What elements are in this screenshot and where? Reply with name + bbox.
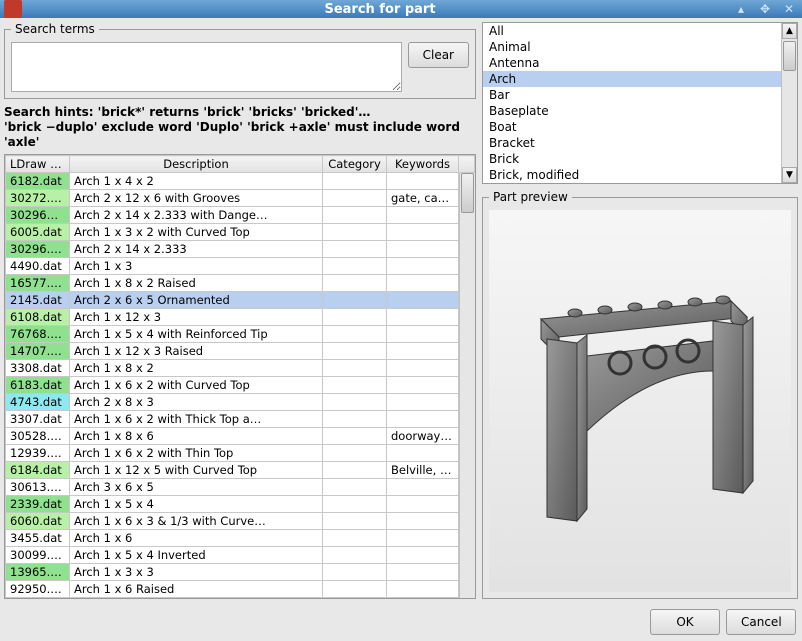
category-item[interactable]: Brick bbox=[483, 151, 797, 167]
part-preview[interactable] bbox=[489, 210, 791, 592]
category-item[interactable]: Boat bbox=[483, 119, 797, 135]
category-item[interactable]: Brick, modified bbox=[483, 167, 797, 183]
category-scrollbar[interactable]: ▲ ▼ bbox=[781, 23, 797, 183]
close-icon[interactable]: ✕ bbox=[780, 0, 798, 18]
table-row[interactable]: 16577.datArch 1 x 8 x 2 Raised bbox=[6, 275, 475, 292]
table-row[interactable]: 13965.datArch 1 x 3 x 3 bbox=[6, 564, 475, 581]
scroll-spacer bbox=[459, 156, 475, 173]
minimize-icon[interactable]: ▴ bbox=[732, 0, 750, 18]
table-row[interactable]: 2145.datArch 2 x 6 x 5 Ornamented bbox=[6, 292, 475, 309]
table-row[interactable]: 6108.datArch 1 x 12 x 3 bbox=[6, 309, 475, 326]
table-row[interactable]: 3307.datArch 1 x 6 x 2 with Thick Top a… bbox=[6, 411, 475, 428]
scroll-down-icon[interactable]: ▼ bbox=[782, 167, 797, 183]
scroll-up-icon[interactable]: ▲ bbox=[782, 23, 797, 39]
category-item[interactable]: Baseplate bbox=[483, 103, 797, 119]
table-row[interactable]: 4490.datArch 1 x 3 bbox=[6, 258, 475, 275]
app-icon bbox=[4, 0, 22, 18]
category-item[interactable]: All bbox=[483, 23, 797, 39]
table-row[interactable]: 30613.datArch 3 x 6 x 5 bbox=[6, 479, 475, 496]
category-item[interactable]: Animal bbox=[483, 39, 797, 55]
table-row[interactable]: 4743.datArch 2 x 8 x 3 bbox=[6, 394, 475, 411]
table-row[interactable]: 30296.datArch 2 x 14 x 2.333 bbox=[6, 241, 475, 258]
table-row[interactable]: 30528.datArch 1 x 8 x 6doorway,… bbox=[6, 428, 475, 445]
table-row[interactable]: 6183.datArch 1 x 6 x 2 with Curved Top bbox=[6, 377, 475, 394]
part-preview-group: Part preview bbox=[482, 190, 798, 599]
table-row[interactable]: 2339.datArch 1 x 5 x 4 bbox=[6, 496, 475, 513]
category-item[interactable]: Antenna bbox=[483, 55, 797, 71]
table-row[interactable]: 6182.datArch 1 x 4 x 2 bbox=[6, 173, 475, 190]
titlebar: Search for part ▴ ✥ ✕ bbox=[0, 0, 802, 18]
hint-line-1: Search hints: 'brick*' returns 'brick' '… bbox=[4, 105, 476, 120]
results-table[interactable]: LDraw par… Description Category Keywords… bbox=[4, 154, 476, 599]
table-row[interactable]: 3455.datArch 1 x 6 bbox=[6, 530, 475, 547]
table-row[interactable]: 30272.datArch 2 x 12 x 6 with Groovesgat… bbox=[6, 190, 475, 207]
category-item[interactable]: Bracket bbox=[483, 135, 797, 151]
table-row[interactable]: 30296p0…Arch 2 x 14 x 2.333 with Dange… bbox=[6, 207, 475, 224]
table-row[interactable]: 92950.datArch 1 x 6 Raised bbox=[6, 581, 475, 598]
search-terms-group: Search terms Clear bbox=[4, 22, 476, 99]
table-row[interactable]: 76768.datArch 1 x 5 x 4 with Reinforced … bbox=[6, 326, 475, 343]
col-header-part[interactable]: LDraw par… bbox=[6, 156, 70, 173]
dialog-actions: OK Cancel bbox=[0, 603, 802, 641]
table-row[interactable]: 6184.datArch 1 x 12 x 5 with Curved TopB… bbox=[6, 462, 475, 479]
clear-button[interactable]: Clear bbox=[408, 42, 469, 68]
table-row[interactable]: 12939.datArch 1 x 6 x 2 with Thin Top bbox=[6, 445, 475, 462]
table-row[interactable]: 6060.datArch 1 x 6 x 3 & 1/3 with Curve… bbox=[6, 513, 475, 530]
part-preview-legend: Part preview bbox=[489, 190, 572, 204]
table-row[interactable]: 30099.datArch 1 x 5 x 4 Inverted bbox=[6, 547, 475, 564]
ok-button[interactable]: OK bbox=[650, 609, 720, 635]
hint-line-2: 'brick −duplo' exclude word 'Duplo' 'bri… bbox=[4, 120, 476, 150]
maximize-icon[interactable]: ✥ bbox=[756, 0, 774, 18]
table-row[interactable]: 14707.datArch 1 x 12 x 3 Raised bbox=[6, 343, 475, 360]
results-scrollbar[interactable] bbox=[459, 173, 475, 598]
search-input[interactable] bbox=[11, 42, 402, 92]
table-row[interactable]: 3308.datArch 1 x 8 x 2 bbox=[6, 360, 475, 377]
category-item[interactable]: Arch bbox=[483, 71, 797, 87]
category-list[interactable]: AllAnimalAntennaArchBarBaseplateBoatBrac… bbox=[482, 22, 798, 184]
col-header-cat[interactable]: Category bbox=[323, 156, 387, 173]
cancel-button[interactable]: Cancel bbox=[726, 609, 796, 635]
col-header-kw[interactable]: Keywords bbox=[387, 156, 459, 173]
category-item[interactable]: Bar bbox=[483, 87, 797, 103]
search-terms-legend: Search terms bbox=[11, 22, 99, 36]
search-hints: Search hints: 'brick*' returns 'brick' '… bbox=[4, 105, 476, 150]
window-title: Search for part bbox=[28, 2, 732, 17]
table-row[interactable]: 6005.datArch 1 x 3 x 2 with Curved Top bbox=[6, 224, 475, 241]
col-header-desc[interactable]: Description bbox=[70, 156, 323, 173]
